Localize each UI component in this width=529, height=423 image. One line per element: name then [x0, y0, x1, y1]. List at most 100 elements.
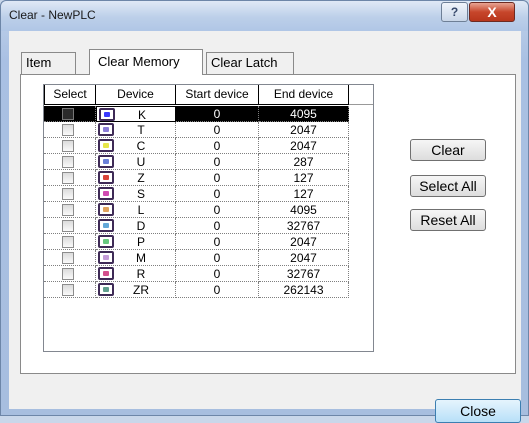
select-checkbox[interactable] [62, 236, 74, 248]
device-cell: S [96, 186, 176, 202]
device-icon [98, 251, 114, 264]
help-button[interactable]: ? [441, 2, 468, 22]
select-checkbox[interactable] [62, 172, 74, 184]
reset-all-button[interactable]: Reset All [410, 209, 486, 231]
select-cell [44, 154, 96, 170]
select-cell [44, 186, 96, 202]
select-all-button[interactable]: Select All [410, 175, 486, 197]
device-icon [98, 171, 114, 184]
device-cell: T [96, 122, 176, 138]
device-cell: R [96, 266, 176, 282]
device-name: S [136, 187, 145, 201]
end-device-cell[interactable]: 2047 [259, 234, 349, 250]
end-device-cell[interactable]: 4095 [259, 106, 349, 122]
select-checkbox[interactable] [62, 220, 74, 232]
select-checkbox[interactable] [62, 108, 74, 120]
start-device-cell[interactable]: 0 [176, 266, 259, 282]
device-cell: U [96, 154, 176, 170]
start-device-cell[interactable]: 0 [176, 154, 259, 170]
start-device-cell[interactable]: 0 [176, 106, 259, 122]
select-cell [44, 218, 96, 234]
table-row[interactable]: K 0 4095 [44, 106, 373, 122]
end-device-cell[interactable]: 32767 [259, 218, 349, 234]
select-checkbox[interactable] [62, 204, 74, 216]
select-checkbox[interactable] [62, 140, 74, 152]
select-checkbox[interactable] [62, 252, 74, 264]
start-device-cell[interactable]: 0 [176, 250, 259, 266]
table-row[interactable]: D 0 32767 [44, 218, 373, 234]
start-device-cell[interactable]: 0 [176, 218, 259, 234]
table-row[interactable]: C 0 2047 [44, 138, 373, 154]
end-device-cell[interactable]: 262143 [259, 282, 349, 298]
select-cell [44, 138, 96, 154]
title-bar[interactable]: Clear - NewPLC ? X [1, 1, 528, 31]
dialog-client: Item Clear Latch Clear Memory Select Dev… [9, 31, 521, 423]
device-list[interactable]: Select Device Start device End device K 0… [43, 84, 374, 352]
device-icon [98, 155, 114, 168]
device-name: R [136, 267, 146, 281]
start-device-cell[interactable]: 0 [176, 186, 259, 202]
table-row[interactable]: L 0 4095 [44, 202, 373, 218]
start-device-cell[interactable]: 0 [176, 234, 259, 250]
select-cell [44, 250, 96, 266]
select-checkbox[interactable] [62, 156, 74, 168]
tab-panel-clear-memory: Select Device Start device End device K 0… [20, 74, 516, 374]
device-icon [98, 235, 114, 248]
table-row[interactable]: S 0 127 [44, 186, 373, 202]
device-cell: K [96, 106, 176, 122]
start-device-cell[interactable]: 0 [176, 122, 259, 138]
device-name: C [136, 139, 146, 153]
close-button[interactable]: Close [435, 399, 521, 423]
device-cell: Z [96, 170, 176, 186]
select-cell [44, 106, 96, 122]
device-cell: C [96, 138, 176, 154]
start-device-cell[interactable]: 0 [176, 170, 259, 186]
device-cell: L [96, 202, 176, 218]
device-icon [98, 139, 114, 152]
device-name: K [137, 108, 146, 122]
header-device[interactable]: Device [96, 85, 176, 105]
select-checkbox[interactable] [62, 188, 74, 200]
start-device-cell[interactable]: 0 [176, 138, 259, 154]
header-end-device[interactable]: End device [259, 85, 349, 105]
start-device-cell[interactable]: 0 [176, 282, 259, 298]
device-name: L [137, 203, 145, 217]
tab-clear-memory[interactable]: Clear Memory [89, 49, 203, 75]
header-select[interactable]: Select [44, 85, 96, 105]
table-row[interactable]: R 0 32767 [44, 266, 373, 282]
tab-clear-latch[interactable]: Clear Latch [206, 52, 294, 74]
table-row[interactable]: T 0 2047 [44, 122, 373, 138]
end-device-cell[interactable]: 127 [259, 186, 349, 202]
device-name: P [136, 235, 145, 249]
device-cell: M [96, 250, 176, 266]
select-cell [44, 234, 96, 250]
table-row[interactable]: M 0 2047 [44, 250, 373, 266]
table-row[interactable]: U 0 287 [44, 154, 373, 170]
table-row[interactable]: Z 0 127 [44, 170, 373, 186]
end-device-cell[interactable]: 2047 [259, 250, 349, 266]
select-checkbox[interactable] [62, 284, 74, 296]
tab-item[interactable]: Item [21, 52, 76, 74]
start-device-cell[interactable]: 0 [176, 202, 259, 218]
select-cell [44, 122, 96, 138]
end-device-cell[interactable]: 287 [259, 154, 349, 170]
select-cell [44, 170, 96, 186]
select-checkbox[interactable] [62, 124, 74, 136]
end-device-cell[interactable]: 127 [259, 170, 349, 186]
end-device-cell[interactable]: 32767 [259, 266, 349, 282]
device-cell: D [96, 218, 176, 234]
select-cell [44, 202, 96, 218]
table-row[interactable]: P 0 2047 [44, 234, 373, 250]
end-device-cell[interactable]: 2047 [259, 122, 349, 138]
end-device-cell[interactable]: 4095 [259, 202, 349, 218]
device-name: D [136, 219, 146, 233]
close-window-button[interactable]: X [469, 2, 515, 22]
table-row[interactable]: ZR 0 262143 [44, 282, 373, 298]
device-name: U [136, 155, 146, 169]
device-name: M [136, 251, 146, 265]
end-device-cell[interactable]: 2047 [259, 138, 349, 154]
clear-button[interactable]: Clear [410, 139, 486, 161]
header-start-device[interactable]: Start device [176, 85, 259, 105]
device-icon [98, 267, 114, 280]
select-checkbox[interactable] [62, 268, 74, 280]
